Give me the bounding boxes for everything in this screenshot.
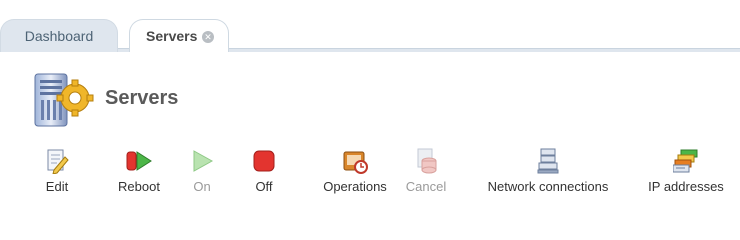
power-on-icon bbox=[193, 150, 214, 172]
tab-bar: Dashboard Servers ✕ bbox=[0, 0, 740, 56]
network-connections-label: Network connections bbox=[487, 179, 609, 194]
reboot-label: Reboot bbox=[118, 179, 160, 194]
power-off-button[interactable]: Off bbox=[246, 146, 282, 202]
server-gear-icon bbox=[34, 73, 94, 127]
ip-addresses-button[interactable]: IP addresses bbox=[640, 146, 732, 202]
tab-servers[interactable]: Servers ✕ bbox=[129, 19, 229, 56]
edit-label: Edit bbox=[45, 179, 69, 194]
power-on-button[interactable]: On bbox=[184, 146, 220, 202]
network-connections-icon bbox=[537, 148, 559, 174]
operations-icon bbox=[343, 151, 368, 174]
network-connections-button[interactable]: Network connections bbox=[480, 146, 616, 202]
cancel-icon bbox=[417, 148, 437, 174]
reboot-icon bbox=[126, 151, 152, 171]
tab-label: Servers bbox=[146, 28, 198, 44]
cancel-button[interactable]: Cancel bbox=[402, 146, 450, 202]
ip-addresses-label: IP addresses bbox=[648, 179, 724, 194]
edit-button[interactable]: Edit bbox=[30, 146, 84, 202]
power-off-icon bbox=[253, 150, 275, 172]
operations-button[interactable]: Operations bbox=[318, 146, 392, 202]
tab-label: Dashboard bbox=[24, 28, 94, 44]
page-title: Servers bbox=[105, 87, 179, 109]
power-on-label: On bbox=[193, 179, 211, 194]
edit-icon bbox=[47, 149, 69, 174]
close-tab-icon[interactable]: ✕ bbox=[202, 31, 214, 43]
operations-label: Operations bbox=[323, 179, 387, 194]
reboot-button[interactable]: Reboot bbox=[110, 146, 168, 202]
ip-addresses-icon bbox=[673, 149, 698, 173]
cancel-label: Cancel bbox=[405, 179, 447, 194]
power-off-label: Off bbox=[255, 179, 273, 194]
tab-dashboard[interactable]: Dashboard bbox=[0, 19, 118, 52]
